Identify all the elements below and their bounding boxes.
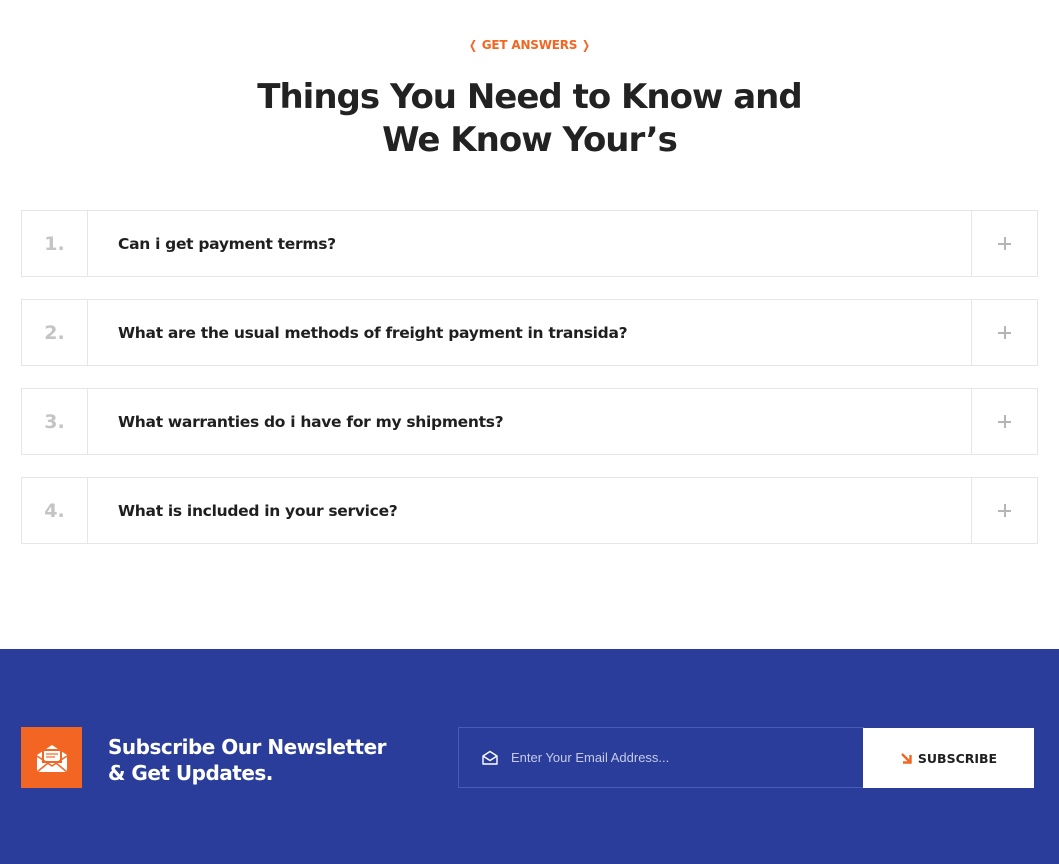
title-line-1: Things You Need to Know and [257,77,802,117]
chevron-left-icon: ❮ [468,38,477,52]
email-field-wrapper [458,727,864,788]
subscribe-label: SUBSCRIBE [917,750,998,766]
faq-question[interactable]: What warranties do i have for my shipmen… [118,389,504,454]
faq-item[interactable]: 4. What is included in your service? [21,477,1038,544]
subscribe-button[interactable]: SUBSCRIBE [863,728,1034,788]
faq-number: 2. [22,300,88,365]
faq-toggle-button[interactable] [971,300,1037,365]
plus-icon [998,504,1011,517]
faq-item[interactable]: 3. What warranties do i have for my ship… [21,388,1038,455]
faq-question[interactable]: Can i get payment terms? [118,211,336,276]
faq-number: 3. [22,389,88,454]
title-line-2: We Know Your’s [382,120,678,160]
faq-number: 1. [22,211,88,276]
faq-question[interactable]: What is included in your service? [118,478,398,543]
plus-icon [998,326,1011,339]
plus-icon [998,415,1011,428]
faq-toggle-button[interactable] [971,389,1037,454]
newsletter-badge [21,727,82,788]
arrow-down-right-icon [901,753,912,764]
newsletter-title-line-1: Subscribe Our Newsletter [108,735,387,759]
plus-icon [998,237,1011,250]
faq-item[interactable]: 2. What are the usual methods of freight… [21,299,1038,366]
faq-question[interactable]: What are the usual methods of freight pa… [118,300,628,365]
newsletter-title-line-2: & Get Updates. [108,761,273,785]
eyebrow-label: GET ANSWERS [481,38,578,52]
email-field[interactable] [511,728,856,787]
faq-item[interactable]: 1. Can i get payment terms? [21,210,1038,277]
envelope-open-icon [36,744,67,773]
page-title: Things You Need to Know and We Know Your… [0,76,1059,162]
eyebrow: ❮ GET ANSWERS ❯ [0,38,1059,52]
chevron-right-icon: ❯ [582,38,591,52]
faq-toggle-button[interactable] [971,211,1037,276]
faq-list: 1. Can i get payment terms? 2. What are … [21,210,1038,566]
newsletter-section: Subscribe Our Newsletter & Get Updates. … [0,649,1059,864]
envelope-icon [482,750,498,765]
faq-section: ❮ GET ANSWERS ❯ Things You Need to Know an… [0,0,1059,649]
faq-number: 4. [22,478,88,543]
faq-toggle-button[interactable] [971,478,1037,543]
newsletter-title: Subscribe Our Newsletter & Get Updates. [108,734,387,786]
